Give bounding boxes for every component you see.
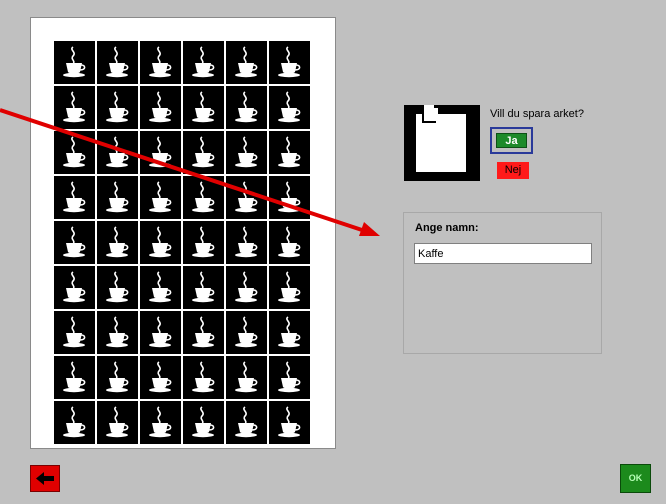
name-panel: Ange namn: bbox=[403, 212, 602, 354]
coffee-cup-icon bbox=[140, 311, 181, 354]
coffee-cup-icon bbox=[140, 266, 181, 309]
coffee-cup-icon bbox=[269, 221, 310, 264]
coffee-cup-icon bbox=[97, 86, 138, 129]
coffee-cup-icon bbox=[140, 356, 181, 399]
coffee-cup-icon bbox=[54, 266, 95, 309]
coffee-cup-icon bbox=[54, 356, 95, 399]
coffee-cup-icon bbox=[183, 86, 224, 129]
coffee-cup-icon bbox=[97, 221, 138, 264]
coffee-cup-icon bbox=[97, 176, 138, 219]
coffee-cup-icon bbox=[54, 401, 95, 444]
coffee-cup-icon bbox=[269, 86, 310, 129]
coffee-cup-icon bbox=[269, 311, 310, 354]
coffee-cup-icon bbox=[269, 266, 310, 309]
coffee-cup-icon bbox=[54, 86, 95, 129]
coffee-cup-icon bbox=[97, 41, 138, 84]
coffee-cup-icon bbox=[54, 221, 95, 264]
coffee-cup-icon bbox=[183, 41, 224, 84]
coffee-cup-icon bbox=[97, 356, 138, 399]
coffee-cup-icon bbox=[54, 176, 95, 219]
coffee-cup-icon bbox=[226, 41, 267, 84]
coffee-cup-icon bbox=[183, 176, 224, 219]
yes-button-focus-frame: Ja bbox=[490, 127, 533, 154]
coffee-cup-icon bbox=[54, 131, 95, 174]
coffee-cup-icon bbox=[140, 401, 181, 444]
arrow-left-icon bbox=[36, 472, 54, 485]
coffee-cup-icon bbox=[269, 131, 310, 174]
coffee-cup-icon bbox=[97, 266, 138, 309]
no-button[interactable]: Nej bbox=[497, 162, 529, 179]
coffee-cup-icon bbox=[183, 356, 224, 399]
coffee-cup-icon bbox=[140, 131, 181, 174]
coffee-cup-icon bbox=[183, 221, 224, 264]
coffee-cup-icon bbox=[140, 41, 181, 84]
yes-button[interactable]: Ja bbox=[496, 133, 527, 148]
ok-button[interactable]: OK bbox=[620, 464, 651, 493]
save-question: Vill du spara arket? bbox=[490, 108, 584, 120]
floppy-disk-icon bbox=[404, 105, 480, 181]
coffee-cup-icon bbox=[269, 401, 310, 444]
coffee-cup-icon bbox=[183, 401, 224, 444]
back-button[interactable] bbox=[30, 465, 60, 492]
coffee-cup-icon bbox=[226, 176, 267, 219]
coffee-cup-icon bbox=[97, 401, 138, 444]
coffee-cup-icon bbox=[183, 131, 224, 174]
coffee-cup-icon bbox=[226, 131, 267, 174]
coffee-cup-icon bbox=[269, 41, 310, 84]
coffee-cup-icon bbox=[140, 221, 181, 264]
coffee-cup-icon bbox=[140, 176, 181, 219]
coffee-cup-icon bbox=[269, 356, 310, 399]
coffee-cup-icon bbox=[226, 311, 267, 354]
coffee-cup-icon bbox=[226, 266, 267, 309]
coffee-cup-icon bbox=[226, 401, 267, 444]
name-input[interactable] bbox=[414, 243, 592, 264]
sheet-preview bbox=[30, 17, 336, 449]
coffee-cup-icon bbox=[226, 86, 267, 129]
coffee-cup-icon bbox=[269, 176, 310, 219]
coffee-cup-icon bbox=[226, 356, 267, 399]
coffee-cup-icon bbox=[183, 311, 224, 354]
name-label: Ange namn: bbox=[415, 222, 479, 234]
coffee-cup-icon bbox=[54, 41, 95, 84]
coffee-cup-icon bbox=[226, 221, 267, 264]
tile-grid bbox=[53, 40, 311, 445]
coffee-cup-icon bbox=[97, 311, 138, 354]
coffee-cup-icon bbox=[97, 131, 138, 174]
coffee-cup-icon bbox=[54, 311, 95, 354]
coffee-cup-icon bbox=[183, 266, 224, 309]
coffee-cup-icon bbox=[140, 86, 181, 129]
